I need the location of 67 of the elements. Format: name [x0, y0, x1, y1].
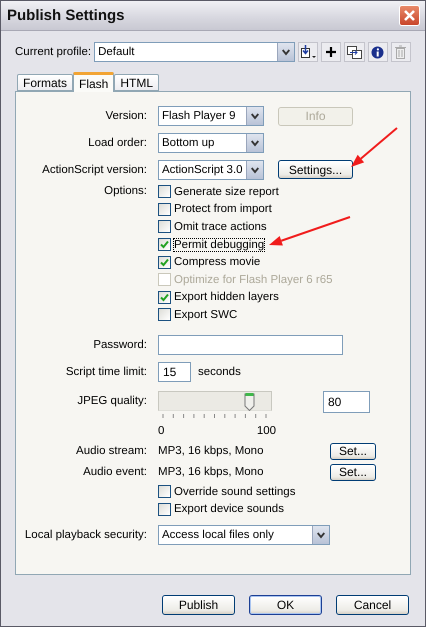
checkbox[interactable]: [158, 220, 171, 234]
security-dropdown[interactable]: Access local files only: [158, 525, 330, 545]
checkbox-label: Export hidden layers: [174, 291, 279, 304]
checkbox-label: Protect from import: [174, 203, 272, 216]
field-label: Current profile:: [15, 46, 92, 58]
load-order-dropdown[interactable]: Bottom up: [158, 133, 264, 153]
dialog-button[interactable]: Cancel: [336, 595, 409, 615]
slider-thumb[interactable]: [244, 392, 255, 411]
audio-setting: MP3, 16 kbps, Mono: [158, 445, 264, 457]
duplicate-icon: [346, 46, 362, 58]
time-limit-field[interactable]: 15: [158, 362, 191, 382]
set-button[interactable]: Set...: [330, 464, 376, 480]
duplicate-button[interactable]: [344, 42, 365, 62]
checkbox-label: Omit trace actions: [174, 220, 267, 233]
field-label: Load order:: [87, 137, 147, 149]
tab[interactable]: Flash: [73, 72, 114, 92]
checkbox[interactable]: [158, 502, 171, 516]
field-label: Audio event:: [82, 466, 147, 478]
annotation-arrow: [351, 127, 398, 167]
field-label: Password:: [92, 339, 147, 351]
checkbox-label: Export SWC: [174, 308, 238, 321]
unit-label: seconds: [198, 366, 241, 378]
tab[interactable]: Formats: [17, 74, 74, 91]
close-button[interactable]: [399, 5, 420, 26]
settings-button[interactable]: Settings...: [278, 160, 353, 179]
checkbox-label: Override sound settings: [174, 486, 296, 498]
dialog-button[interactable]: OK: [249, 595, 322, 615]
password-field[interactable]: [158, 335, 343, 355]
checkbox[interactable]: [158, 185, 171, 198]
actionscript-dropdown[interactable]: ActionScript 3.0: [158, 160, 264, 180]
profile-dropdown[interactable]: Default: [94, 42, 295, 62]
version-dropdown[interactable]: Flash Player 9: [158, 106, 264, 126]
checkbox[interactable]: [158, 256, 171, 269]
field-label: Script time limit:: [64, 366, 147, 378]
quality-slider[interactable]: [158, 391, 272, 411]
import-button[interactable]: [298, 42, 318, 62]
trash-icon: [395, 45, 406, 59]
quality-field[interactable]: 80: [323, 391, 370, 413]
info-icon: [371, 46, 384, 58]
field-label: JPEG quality:: [76, 394, 147, 409]
checkbox-label: Compress movie: [174, 256, 260, 268]
audio-setting: MP3, 16 kbps, Mono: [158, 466, 264, 478]
checkbox[interactable]: [158, 238, 171, 252]
checkbox[interactable]: [158, 308, 171, 322]
plus-icon: [326, 47, 336, 57]
field-label: Audio stream:: [75, 445, 147, 457]
checkbox[interactable]: [158, 485, 171, 498]
dialog-button[interactable]: Publish: [162, 595, 235, 615]
checkbox[interactable]: [158, 202, 171, 216]
checkbox-label: Generate size report: [174, 186, 279, 198]
slider-max-label: 100: [256, 425, 276, 437]
set-button[interactable]: Set...: [330, 442, 376, 460]
tab[interactable]: HTML: [114, 74, 160, 91]
checkbox-label: Export device sounds: [174, 503, 284, 516]
window-title: Publish Settings: [7, 7, 125, 24]
checkbox-label: Permit debugging: [174, 238, 264, 251]
checkbox[interactable]: [158, 290, 171, 304]
slider-min-label: 0: [158, 425, 164, 437]
field-label: Options:: [103, 184, 147, 199]
close-icon: [403, 9, 416, 22]
info-button[interactable]: [368, 42, 388, 62]
checkbox-label: Optimize for Flash Player 6 r65: [174, 274, 333, 286]
add-button[interactable]: [321, 42, 342, 62]
import-icon: [300, 45, 316, 59]
field-label: ActionScript version:: [41, 164, 147, 176]
field-label: Local playback security:: [24, 529, 147, 541]
field-label: Version:: [104, 110, 147, 122]
